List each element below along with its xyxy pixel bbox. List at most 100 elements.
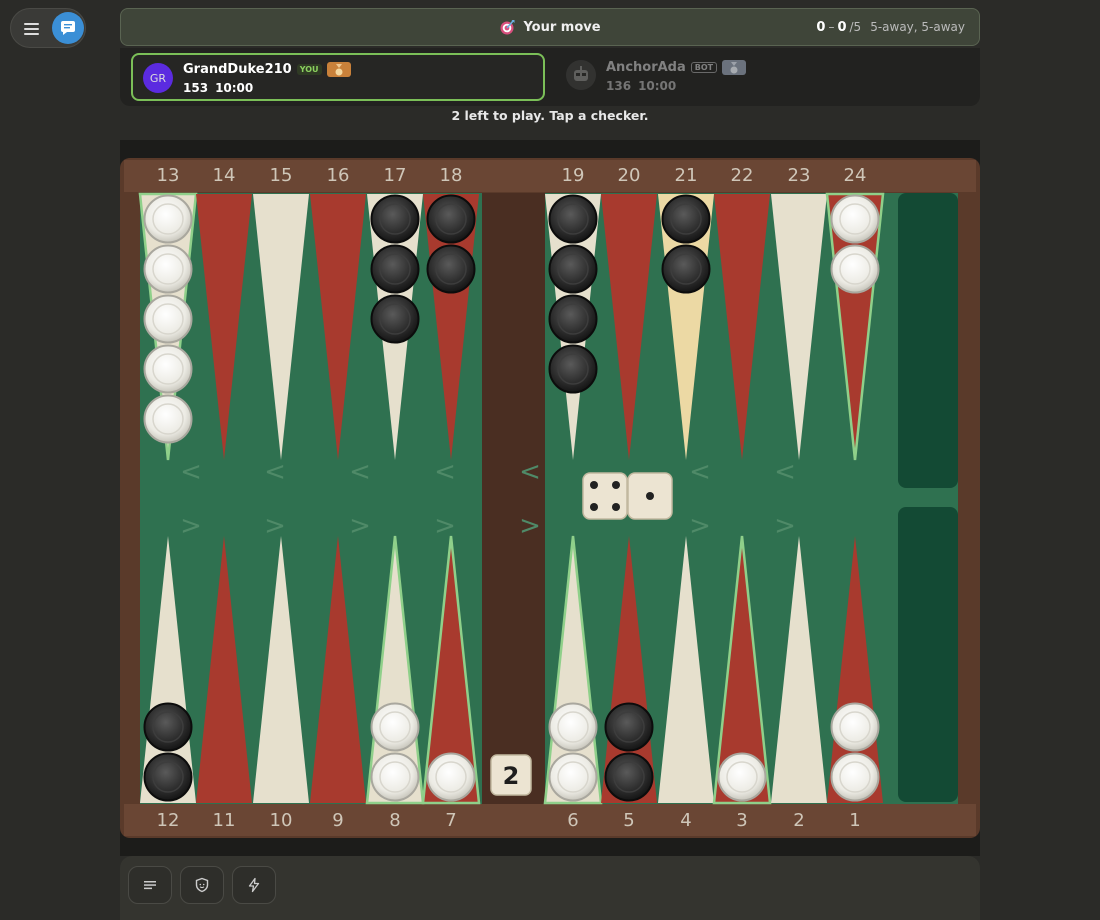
chat-button[interactable] — [52, 12, 84, 44]
move-hint: 2 left to play. Tap a checker. — [451, 108, 649, 123]
die[interactable] — [627, 472, 673, 520]
quick-action-button[interactable] — [232, 866, 276, 904]
checker-body — [548, 752, 598, 802]
point-number: 17 — [384, 165, 407, 186]
point-number: 5 — [623, 810, 634, 831]
chevron-right-icon: > — [519, 511, 541, 541]
checker-body — [143, 752, 193, 802]
checker-body — [604, 702, 654, 752]
checker-body — [830, 194, 880, 244]
point-number: 6 — [567, 810, 578, 831]
point-number: 15 — [270, 165, 293, 186]
tray-top[interactable] — [898, 193, 958, 488]
die[interactable] — [582, 472, 628, 520]
black-checker[interactable] — [548, 244, 598, 294]
move-list-button[interactable] — [128, 866, 172, 904]
chevron-right-icon: > — [180, 511, 202, 541]
bot-badge: BOT — [690, 62, 718, 73]
white-checker[interactable] — [426, 752, 476, 802]
point-number: 4 — [680, 810, 691, 831]
cube-value: 2 — [503, 762, 520, 790]
black-checker[interactable] — [604, 752, 654, 802]
bolt-icon — [248, 877, 260, 893]
white-checker[interactable] — [143, 294, 193, 344]
white-checker[interactable] — [370, 702, 420, 752]
black-checker[interactable] — [426, 194, 476, 244]
checker-body — [830, 702, 880, 752]
black-checker[interactable] — [426, 244, 476, 294]
white-checker[interactable] — [830, 194, 880, 244]
chevron-left-icon: < — [774, 457, 796, 487]
checker-body — [143, 344, 193, 394]
black-checker[interactable] — [661, 194, 711, 244]
opponent-clock: 10:00 — [638, 79, 677, 93]
players-bar: GR GrandDuke210 YOU 153 10:00 AnchorAda … — [120, 48, 980, 106]
backgammon-board[interactable]: <><><><><><><>13 14 15 16 17 18 19 20 21 22 23 2412… — [120, 140, 980, 856]
top-left-controls — [10, 8, 86, 48]
chevron-left-icon: < — [264, 457, 286, 487]
black-checker[interactable] — [604, 702, 654, 752]
score-self: 0 — [816, 19, 826, 35]
point-number: 20 — [618, 165, 641, 186]
point-number: 21 — [675, 165, 698, 186]
doubling-cube[interactable]: 2 — [490, 754, 532, 796]
chat-icon — [61, 21, 75, 35]
white-checker[interactable] — [143, 394, 193, 444]
point-number: 13 — [157, 165, 180, 186]
tray-bottom[interactable] — [898, 507, 958, 802]
die-face — [582, 472, 628, 520]
black-checker[interactable] — [548, 344, 598, 394]
point-number: 22 — [731, 165, 754, 186]
avatar: GR — [143, 63, 173, 93]
white-checker[interactable] — [830, 244, 880, 294]
chevron-right-icon: > — [264, 511, 286, 541]
white-checker[interactable] — [548, 752, 598, 802]
white-checker[interactable] — [143, 344, 193, 394]
die-pip — [590, 503, 598, 511]
medal-icon — [722, 60, 747, 75]
checker-body — [661, 194, 711, 244]
checker-body — [370, 194, 420, 244]
black-checker[interactable] — [370, 294, 420, 344]
black-checker[interactable] — [370, 194, 420, 244]
black-checker[interactable] — [548, 194, 598, 244]
menu-button[interactable] — [21, 19, 43, 39]
away-text: 5-away, 5-away — [870, 20, 965, 34]
checker-body — [370, 244, 420, 294]
die-pip — [590, 481, 598, 489]
bar[interactable] — [482, 193, 545, 804]
checker-body — [548, 194, 598, 244]
die-pip — [646, 492, 654, 500]
target-icon — [500, 20, 515, 35]
white-checker[interactable] — [548, 702, 598, 752]
point-number: 19 — [562, 165, 585, 186]
shield-button[interactable] — [180, 866, 224, 904]
checker-body — [830, 244, 880, 294]
score-opponent: 0 — [837, 19, 847, 35]
checker-body — [604, 752, 654, 802]
white-checker[interactable] — [717, 752, 767, 802]
white-checker[interactable] — [370, 752, 420, 802]
black-checker[interactable] — [143, 702, 193, 752]
checker-body — [717, 752, 767, 802]
hamburger-icon-line — [24, 28, 39, 30]
checker-body — [143, 394, 193, 444]
black-checker[interactable] — [143, 752, 193, 802]
white-checker[interactable] — [830, 752, 880, 802]
black-checker[interactable] — [548, 294, 598, 344]
checker-body — [548, 294, 598, 344]
opponent-stats: 136 10:00 — [606, 79, 676, 93]
point-number: 10 — [270, 810, 293, 831]
status-bar: Your move 0 – 0 /5 5-away, 5-away — [120, 8, 980, 46]
point-number: 23 — [788, 165, 811, 186]
checker-body — [548, 702, 598, 752]
checker-body — [426, 194, 476, 244]
black-checker[interactable] — [661, 244, 711, 294]
player-card-opponent: AnchorAda BOT 136 10:00 — [566, 58, 966, 98]
chevron-left-icon: < — [689, 457, 711, 487]
white-checker[interactable] — [143, 244, 193, 294]
white-checker[interactable] — [143, 194, 193, 244]
black-checker[interactable] — [370, 244, 420, 294]
board-area: < > < > < > < > < > < > < >13 14 15 16 17 18 19 20 21 22 23 24 12… — [120, 140, 980, 856]
white-checker[interactable] — [830, 702, 880, 752]
